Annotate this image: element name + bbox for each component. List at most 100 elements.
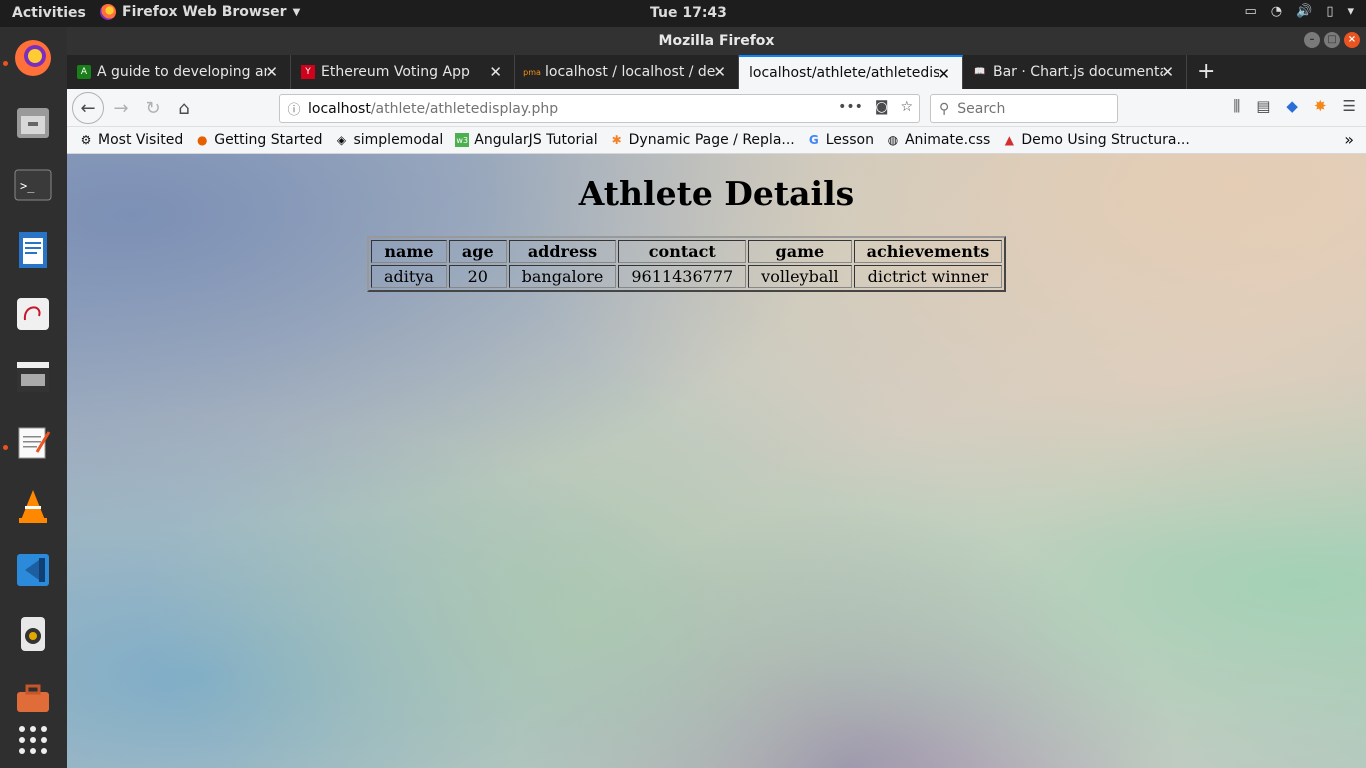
column-header: game — [748, 240, 852, 263]
tab-favicon-icon: A — [77, 65, 91, 79]
search-bar[interactable]: ⚲ Search — [930, 94, 1118, 123]
tab-title: Ethereum Voting App — [321, 64, 470, 80]
new-tab-button[interactable]: + — [1197, 59, 1215, 84]
window-titlebar[interactable]: Mozilla Firefox – □ × — [67, 27, 1366, 55]
bookmark-label: Demo Using Structura... — [1021, 132, 1190, 148]
toolbox-icon[interactable] — [10, 675, 56, 721]
tab-title: Bar · Chart.js documenta — [993, 64, 1163, 80]
book-icon: 📖 — [974, 67, 986, 77]
chevron-right-icon[interactable]: » — [1344, 130, 1354, 149]
page-actions-icon[interactable]: ••• — [838, 99, 863, 115]
bookmark-simplemodal[interactable]: ◈ simplemodal — [334, 132, 443, 148]
back-button[interactable]: ← — [72, 92, 104, 124]
tab-athlete-active[interactable]: localhost/athlete/athletedis ✕ — [739, 55, 963, 89]
app-menu-label: Firefox Web Browser — [122, 4, 287, 20]
library-icon[interactable]: ⫼ — [1233, 97, 1240, 115]
menu-icon[interactable]: ☰ — [1343, 97, 1356, 115]
page-title: Athlete Details — [578, 174, 855, 213]
pocket-icon[interactable]: ◙ — [875, 99, 889, 115]
writer-icon[interactable] — [10, 227, 56, 273]
volume-icon[interactable]: 🔊 — [1296, 4, 1312, 19]
clock[interactable]: Tue 17:43 — [650, 5, 727, 21]
running-indicator — [3, 61, 8, 66]
column-header: address — [508, 240, 617, 263]
table-header-row: name age address contact game achievemen… — [371, 240, 1003, 263]
table-cell: 9611436777 — [618, 265, 747, 288]
tab-phpmyadmin[interactable]: pma localhost / localhost / de ✕ — [515, 55, 739, 89]
close-tab-icon[interactable]: ✕ — [713, 63, 726, 81]
url-bar[interactable]: ⓘ localhost/athlete/athletedisplay.php •… — [279, 94, 920, 123]
bookmark-getting-started[interactable]: ● Getting Started — [195, 132, 323, 148]
table-cell: bangalore — [508, 265, 617, 288]
minimize-icon[interactable]: – — [1304, 32, 1320, 48]
wifi-icon[interactable]: ◔ — [1271, 4, 1282, 19]
close-tab-icon[interactable]: ✕ — [1161, 63, 1174, 81]
vlc-icon[interactable] — [10, 483, 56, 529]
table-row: aditya 20 bangalore 9611436777 volleybal… — [371, 265, 1003, 288]
forward-button[interactable]: → — [107, 94, 135, 122]
maximize-icon[interactable]: □ — [1324, 32, 1340, 48]
system-top-bar: Activities Firefox Web Browser ▼ Tue 17:… — [0, 0, 1366, 27]
bookmark-label: AngularJS Tutorial — [474, 132, 598, 148]
table-cell: dictrict winner — [853, 265, 1003, 288]
app-grid-icon[interactable] — [10, 717, 56, 763]
window-controls: – □ × — [1304, 32, 1360, 48]
bookmark-label: Most Visited — [98, 132, 184, 148]
google-icon: G — [808, 133, 819, 147]
terminal-icon[interactable]: >_ — [10, 163, 56, 209]
tab-chartjs[interactable]: 📖 Bar · Chart.js documenta ✕ — [963, 55, 1187, 89]
tab-title: localhost / localhost / de — [545, 64, 715, 80]
bookmark-label: Animate.css — [904, 132, 991, 148]
search-placeholder: Search — [957, 100, 1006, 117]
speaker-icon[interactable] — [10, 611, 56, 657]
close-tab-icon[interactable]: ✕ — [937, 65, 950, 83]
text-editor-icon[interactable] — [10, 419, 56, 465]
chevron-down-icon[interactable]: ▾ — [1347, 4, 1354, 19]
reload-button[interactable]: ↻ — [139, 94, 167, 122]
home-button[interactable]: ⌂ — [170, 94, 198, 122]
tab-ethereum[interactable]: Y Ethereum Voting App ✕ — [291, 55, 515, 89]
bookmark-most-visited[interactable]: ⚙ Most Visited — [79, 132, 184, 148]
close-icon[interactable]: × — [1344, 32, 1360, 48]
sidebar-icon[interactable]: ▤ — [1256, 97, 1270, 115]
document-viewer-icon[interactable] — [10, 291, 56, 337]
firefox-icon: ● — [196, 133, 208, 147]
url-host: localhost — [308, 100, 371, 117]
tab-guide[interactable]: A A guide to developing an ✕ — [67, 55, 291, 89]
files-icon[interactable] — [10, 99, 56, 145]
vscode-icon[interactable] — [10, 547, 56, 593]
dock: >_ — [0, 27, 67, 768]
column-header: achievements — [853, 240, 1003, 263]
bookmark-dynamic-page[interactable]: ✱ Dynamic Page / Repla... — [610, 132, 795, 148]
extension-icon[interactable]: ◆ — [1286, 97, 1298, 115]
bookmark-demo-structural[interactable]: ▲ Demo Using Structura... — [1002, 132, 1190, 148]
firefox-icon[interactable] — [10, 35, 56, 81]
activities-button[interactable]: Activities — [12, 5, 86, 21]
tab-favicon-icon: Y — [301, 65, 315, 79]
search-icon: ⚲ — [939, 100, 950, 117]
bookmark-label: Dynamic Page / Repla... — [628, 132, 795, 148]
bookmark-angularjs[interactable]: w3 AngularJS Tutorial — [455, 132, 598, 148]
bookmark-star-icon[interactable]: ☆ — [900, 99, 913, 115]
video-editor-icon[interactable] — [10, 355, 56, 401]
close-tab-icon[interactable]: ✕ — [265, 63, 278, 81]
tab-title: A guide to developing an — [97, 64, 267, 80]
running-indicator — [3, 445, 8, 450]
triangle-logo-icon: ▲ — [1004, 133, 1014, 147]
app-menu[interactable]: Firefox Web Browser ▼ — [100, 4, 300, 20]
gear-icon: ⚙ — [80, 133, 92, 147]
info-icon[interactable]: ⓘ — [280, 99, 308, 118]
w3schools-icon: w3 — [455, 133, 470, 147]
firefox-window: Mozilla Firefox – □ × A A guide to devel… — [67, 27, 1366, 768]
metamask-icon[interactable]: ✸ — [1314, 97, 1327, 115]
tab-strip: A A guide to developing an ✕ Y Ethereum … — [67, 55, 1366, 89]
bookmark-lesson[interactable]: G Lesson — [807, 132, 874, 148]
tab-title: localhost/athlete/athletedis — [749, 65, 939, 81]
close-tab-icon[interactable]: ✕ — [489, 63, 502, 81]
battery-icon[interactable]: ▯ — [1326, 4, 1333, 19]
system-tray[interactable]: ▭ ◔ 🔊 ▯ ▾ — [1244, 4, 1354, 19]
bookmark-animate-css[interactable]: ◍ Animate.css — [886, 132, 991, 148]
table-cell: volleyball — [748, 265, 852, 288]
display-icon[interactable]: ▭ — [1244, 4, 1256, 19]
bookmark-label: Getting Started — [214, 132, 323, 148]
